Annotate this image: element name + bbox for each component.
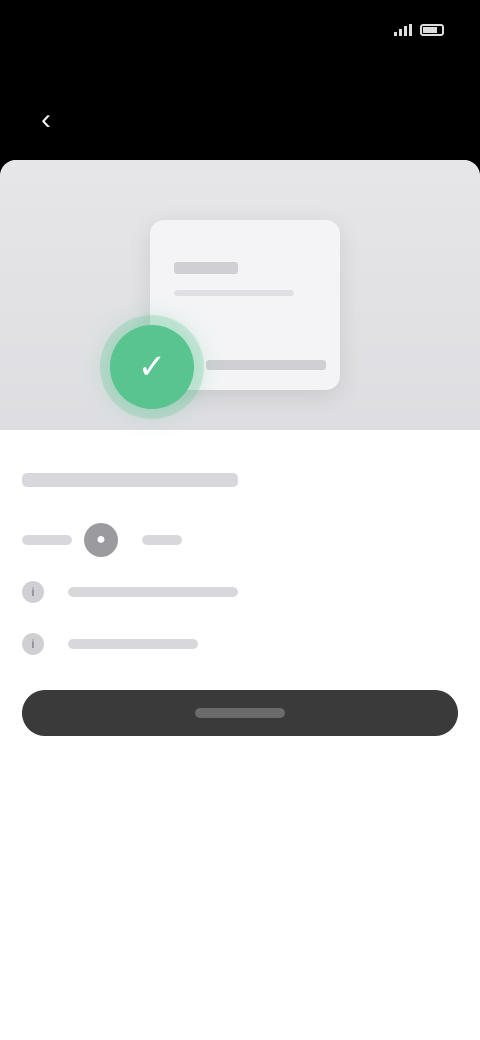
- row-text-placeholder: [68, 587, 238, 597]
- row-label-placeholder: [22, 535, 72, 545]
- signal-icon: [394, 24, 412, 36]
- title-placeholder: [22, 473, 238, 487]
- status-icons: [394, 24, 444, 36]
- bottom-sheet: ✓ ● i i: [0, 160, 480, 1040]
- illustration-line: [174, 290, 294, 296]
- detail-row-user: ●: [22, 514, 458, 566]
- info-icon: i: [22, 581, 44, 603]
- button-label-placeholder: [195, 708, 285, 718]
- sheet-content: ● i i: [0, 430, 480, 670]
- info-icon: i: [22, 633, 44, 655]
- screen: ‹ ✓ ● i i: [0, 0, 480, 1040]
- primary-action-button[interactable]: [22, 690, 458, 736]
- avatar-icon: ●: [84, 523, 118, 557]
- row-value-placeholder: [142, 535, 182, 545]
- detail-row-info-2: i: [22, 618, 458, 670]
- row-text-placeholder: [68, 639, 198, 649]
- back-arrow-icon: ‹: [41, 103, 51, 136]
- battery-icon: [420, 24, 444, 36]
- sheet-title: [22, 460, 458, 500]
- detail-row-info-1: i: [22, 566, 458, 618]
- status-bar: [0, 0, 480, 60]
- illustration-line: [174, 262, 238, 274]
- check-icon: ✓: [137, 348, 167, 386]
- back-button[interactable]: ‹: [22, 96, 70, 144]
- success-badge: ✓: [110, 325, 194, 409]
- app-header: ‹: [0, 60, 480, 160]
- illustration-line: [206, 360, 326, 370]
- hero-illustration: ✓: [0, 160, 480, 430]
